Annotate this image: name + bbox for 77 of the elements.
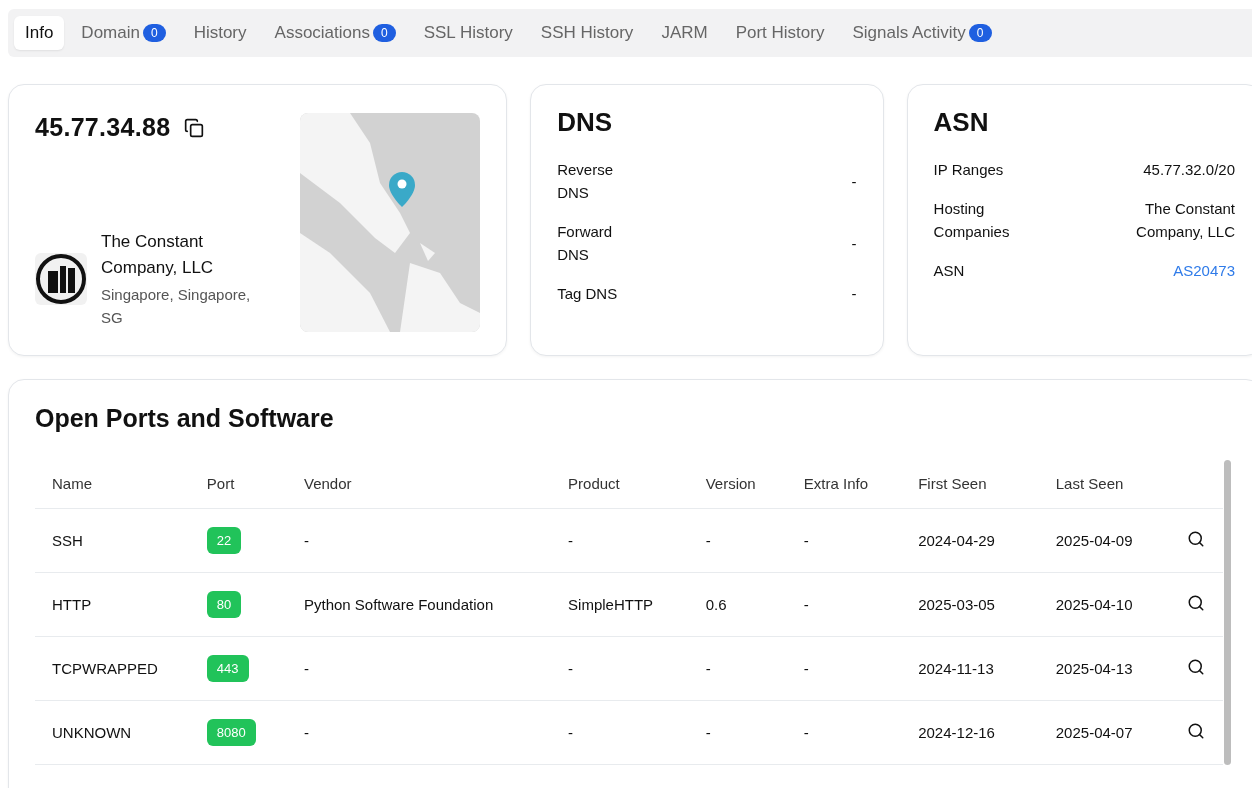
search-icon[interactable] [1187,722,1206,740]
table-cell: 2025-03-05 [918,596,995,613]
table-cell: - [705,532,711,549]
table-cell: HTTP [52,596,92,613]
search-icon[interactable] [1187,594,1206,612]
table-cell: - [803,532,809,549]
port-badge: 8080 [206,719,256,746]
tab[interactable]: Domain 0 [70,16,177,50]
table-cell: 2025-04-07 [1055,724,1133,741]
column-header: Version [688,459,787,509]
count-badge: 0 [968,24,992,42]
table-cell: - [303,532,309,549]
tab[interactable]: JARM [650,16,719,50]
tab[interactable]: Associations 0 [263,16,407,50]
table-cell: 2025-04-10 [1055,596,1133,613]
table-cell: UNKNOWN [52,724,132,741]
field-value: The Constant Company, LLC [1135,199,1235,242]
search-icon[interactable] [1187,658,1206,676]
tab[interactable]: History [182,16,258,50]
field-label: Hosting Companies [933,199,1011,242]
column-header: Extra Info [786,459,902,509]
section-title: Open Ports and Software [35,404,335,433]
table-cell: - [568,724,574,741]
count-badge: 0 [142,24,166,42]
table-cell: 2025-04-09 [1055,532,1133,549]
table-cell: - [303,724,309,741]
table-cell: - [705,724,711,741]
field-label: ASN [933,261,965,281]
column-header: Vendor [286,459,552,509]
table-cell: - [803,660,809,677]
table-cell: TCPWRAPPED [52,660,158,677]
table-cell: Python Software Foundation [303,596,494,613]
tab[interactable]: Info [14,16,65,50]
column-header: Port [189,459,287,509]
tab[interactable]: Port History [724,16,836,50]
tab[interactable]: Signals Activity 0 [841,16,1003,50]
table-cell: - [705,660,711,677]
organization-name: The Constant Company, LLC [101,231,215,279]
scrollbar[interactable] [1224,460,1231,765]
count-badge: 0 [373,24,396,42]
field-value: - [851,233,857,254]
tab[interactable]: SSH History [529,16,645,50]
table-cell: - [803,596,809,613]
ip-address: 45.77.34.88 [35,113,171,142]
column-header: First Seen [901,459,1039,509]
field-value: 45.77.32.0/20 [1143,160,1235,180]
building-logo-icon [35,253,87,305]
table-cell: - [803,724,809,741]
location-text: Singapore, Singapore, SG [101,285,252,328]
column-header: Product [551,459,689,509]
asn-link[interactable]: AS20473 [1173,259,1235,282]
port-badge: 80 [206,591,242,618]
port-badge: 22 [206,527,242,554]
field-label: IP Ranges [933,160,1004,180]
field-label: Reverse DNS [557,160,614,203]
field-value: - [851,284,857,304]
table-cell: 2025-04-13 [1055,660,1133,677]
field-label: Tag DNS [557,284,618,304]
table-cell: 2024-04-29 [918,532,995,549]
port-badge: 443 [206,655,249,682]
card-title: DNS [557,107,614,138]
table-cell: - [568,660,574,677]
table-cell: SimpleHTTP [568,596,654,613]
search-icon[interactable] [1187,530,1206,548]
column-header: Last Seen [1038,459,1171,509]
field-label: Forward DNS [557,222,614,265]
table-cell: 2024-12-16 [918,724,995,741]
copy-icon[interactable] [184,117,205,138]
table-cell: 0.6 [705,596,727,613]
table-cell: 2024-11-13 [918,660,994,677]
tab[interactable]: SSL History [412,16,524,50]
card-title: ASN [933,107,990,138]
table-cell: - [303,660,309,677]
table-cell: SSH [52,532,83,549]
column-header: Name [35,459,190,509]
field-value: - [851,171,857,192]
table-cell: - [568,532,574,549]
